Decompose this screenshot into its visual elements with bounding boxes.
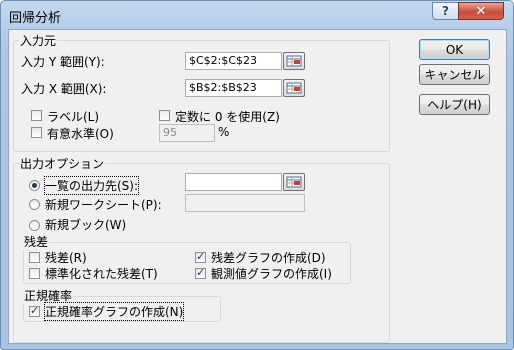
x-range-label: 入力 X 範囲(X):	[21, 82, 107, 96]
normal-probability-label[interactable]: 正規確率グラフの作成(N)	[43, 302, 185, 321]
standardized-residuals-checkbox[interactable]	[29, 268, 40, 279]
range-selector-icon	[286, 176, 302, 188]
output-group-title: 出力オプション	[19, 155, 106, 172]
standardized-residuals-label[interactable]: 標準化された残差(T)	[45, 265, 158, 282]
cancel-button[interactable]: キャンセル	[419, 64, 490, 85]
x-range-selector-button[interactable]	[283, 79, 305, 97]
confidence-level-input[interactable]: 95	[159, 124, 215, 142]
output-range-radio[interactable]	[29, 180, 40, 191]
new-workbook-radio[interactable]	[29, 220, 40, 231]
y-range-label: 入力 Y 範囲(Y):	[21, 55, 105, 69]
new-workbook-label[interactable]: 新規ブック(W)	[45, 216, 126, 233]
output-range-label[interactable]: 一覧の出力先(S):	[43, 176, 140, 195]
labels-checkbox[interactable]	[31, 110, 42, 121]
normal-probability-group-title: 正規確率	[23, 287, 74, 304]
residual-plots-label[interactable]: 残差グラフの作成(D)	[211, 249, 326, 266]
line-fit-plots-label[interactable]: 観測値グラフの作成(I)	[211, 265, 332, 282]
confidence-checkbox[interactable]	[31, 127, 42, 138]
new-sheet-name-input[interactable]	[185, 194, 305, 212]
dialog-body: 入力元 入力 Y 範囲(Y): $C$2:$C$23 入力 X 範囲(X): $…	[8, 29, 507, 344]
help-button[interactable]: ヘルプ(H)	[419, 94, 490, 115]
confidence-label[interactable]: 有意水準(O)	[47, 125, 114, 142]
new-sheet-label[interactable]: 新規ワークシート(P):	[45, 196, 162, 213]
residuals-group-title: 残差	[23, 233, 50, 250]
input-group-title: 入力元	[19, 32, 58, 49]
constant-zero-label[interactable]: 定数に 0 を使用(Z)	[175, 108, 280, 125]
new-sheet-radio[interactable]	[29, 199, 40, 210]
output-range-selector-button[interactable]	[283, 173, 305, 191]
labels-label[interactable]: ラベル(L)	[47, 108, 99, 125]
range-selector-icon	[286, 82, 302, 94]
close-icon[interactable]: ✕	[458, 2, 504, 20]
normal-probability-checkbox[interactable]	[29, 304, 40, 317]
dialog-title: 回帰分析	[9, 11, 62, 26]
residual-plots-checkbox[interactable]	[195, 250, 206, 263]
constant-zero-checkbox[interactable]	[159, 110, 170, 121]
regression-dialog: 回帰分析 ? ✕ 入力元 入力 Y 範囲(Y): $C$2:$C$23 入力 X…	[0, 0, 514, 350]
y-range-input[interactable]: $C$2:$C$23	[185, 52, 282, 70]
residuals-label[interactable]: 残差(R)	[45, 249, 87, 266]
x-range-input[interactable]: $B$2:$B$23	[185, 79, 282, 97]
line-fit-plots-checkbox[interactable]	[195, 266, 206, 279]
range-selector-icon	[286, 55, 302, 67]
output-range-input[interactable]	[185, 173, 282, 191]
y-range-selector-button[interactable]	[283, 52, 305, 70]
help-icon[interactable]: ?	[432, 2, 459, 20]
confidence-unit: %	[218, 125, 230, 139]
ok-button[interactable]: OK	[419, 39, 490, 60]
title-bar[interactable]: 回帰分析 ? ✕	[1, 1, 513, 29]
residuals-checkbox[interactable]	[29, 252, 40, 263]
